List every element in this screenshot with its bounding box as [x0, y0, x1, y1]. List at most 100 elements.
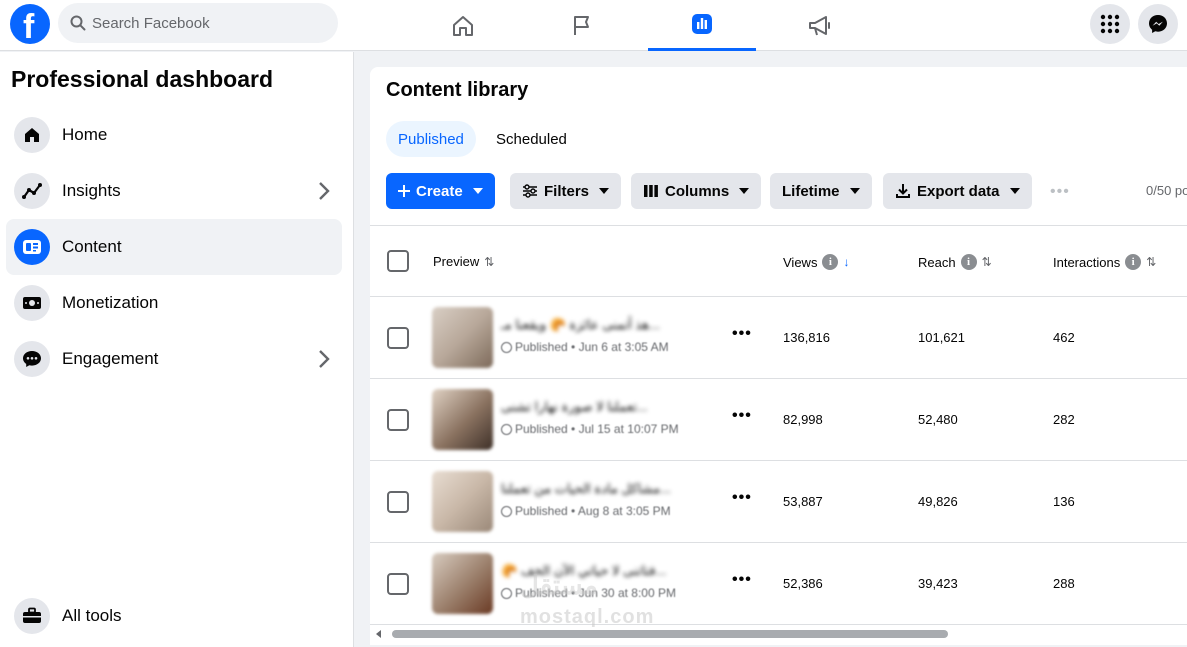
- menu-grid-button[interactable]: [1090, 4, 1130, 44]
- sidebar-item-engagement[interactable]: Engagement: [6, 331, 342, 387]
- facebook-logo-icon[interactable]: f: [10, 4, 50, 46]
- table-row[interactable]: مشاكل مادة الحيات من تعملنا... Published…: [370, 461, 1187, 543]
- home-icon: [453, 15, 473, 36]
- sidebar-item-content[interactable]: Content: [6, 219, 342, 275]
- post-thumbnail[interactable]: [432, 307, 493, 368]
- sidebar-item-insights[interactable]: Insights: [6, 163, 342, 219]
- sidebar-item-monetization[interactable]: Monetization: [6, 275, 342, 331]
- info-icon[interactable]: i: [1125, 254, 1142, 270]
- sidebar-item-label: Engagement: [62, 349, 159, 368]
- row-more-icon[interactable]: •••: [732, 325, 752, 343]
- filter-sliders-icon: [523, 184, 537, 198]
- table-row[interactable]: هذ أتمنى عائزة 🥐 ويقعنا مـ... Published …: [370, 297, 1187, 379]
- sort-descending-icon: ↓: [843, 255, 850, 269]
- table-row[interactable]: 🥐 فتاتنى لا حياتي الآن الخف... Published…: [370, 543, 1187, 625]
- post-thumbnail[interactable]: [432, 553, 493, 614]
- scroll-left-icon[interactable]: [376, 630, 381, 638]
- nav-tab-ads[interactable]: [766, 0, 874, 51]
- page-title: Content library: [386, 79, 529, 101]
- post-meta: Published • Jul 15 at 10:07 PM: [501, 422, 679, 436]
- horizontal-scrollbar[interactable]: [376, 627, 1187, 641]
- sort-icon: ⇅: [484, 254, 495, 269]
- nav-tab-pages[interactable]: [528, 0, 636, 51]
- sidebar-item-label: All tools: [62, 606, 122, 625]
- post-thumbnail[interactable]: [432, 471, 493, 532]
- export-data-button[interactable]: Export data: [883, 173, 1032, 209]
- post-title[interactable]: مشاكل مادة الحيات من تعملنا...: [501, 481, 671, 497]
- columns-button-label: Columns: [665, 182, 730, 200]
- interactions-cell: 462: [1053, 330, 1075, 345]
- lifetime-button-label: Lifetime: [782, 182, 840, 200]
- messenger-button[interactable]: [1138, 4, 1178, 44]
- chevron-right-icon: [319, 350, 330, 368]
- menu-grid-icon: [1100, 14, 1120, 34]
- watermark: mostaql.com: [520, 606, 655, 628]
- row-checkbox[interactable]: [387, 573, 409, 595]
- flag-icon: [574, 15, 589, 35]
- filters-button-label: Filters: [544, 182, 590, 200]
- post-meta: Published • Jun 6 at 3:05 AM: [501, 340, 669, 354]
- sidebar-item-all-tools[interactable]: All tools: [6, 588, 342, 644]
- post-title[interactable]: تعملنا لا صورة نهارا تشنى...: [501, 399, 648, 415]
- content-library-card: Content library Published Scheduled Crea…: [370, 67, 1187, 645]
- caret-down-icon: [739, 188, 750, 194]
- views-cell: 53,887: [783, 494, 823, 509]
- toolbox-icon: [14, 598, 50, 634]
- more-options-icon[interactable]: •••: [1050, 183, 1070, 201]
- views-cell: 52,386: [783, 576, 823, 591]
- export-data-button-label: Export data: [917, 182, 1000, 200]
- row-checkbox[interactable]: [387, 491, 409, 513]
- select-all-checkbox[interactable]: [387, 250, 409, 272]
- info-icon[interactable]: i: [822, 254, 839, 270]
- search-input[interactable]: [92, 3, 322, 43]
- scrollbar-thumb[interactable]: [392, 630, 948, 638]
- tab-published[interactable]: Published: [386, 121, 476, 157]
- nav-tab-home[interactable]: [409, 0, 517, 51]
- interactions-cell: 288: [1053, 576, 1075, 591]
- create-button-label: Create: [416, 182, 463, 200]
- tab-scheduled[interactable]: Scheduled: [484, 121, 579, 157]
- globe-icon: [501, 505, 512, 517]
- reach-cell: 52,480: [918, 412, 958, 427]
- post-title[interactable]: هذ أتمنى عائزة 🥐 ويقعنا مـ...: [501, 317, 660, 333]
- caret-down-icon: [472, 188, 483, 194]
- globe-icon: [501, 341, 512, 353]
- sidebar-item-label: Home: [62, 125, 108, 144]
- download-icon: [896, 184, 910, 198]
- top-navigation-bar: f: [0, 0, 1187, 51]
- column-header-views[interactable]: Views i ↓: [783, 254, 849, 270]
- table-row[interactable]: تعملنا لا صورة نهارا تشنى... Published •…: [370, 379, 1187, 461]
- reach-cell: 101,621: [918, 330, 965, 345]
- caret-down-icon: [599, 188, 610, 194]
- sort-icon: ⇅: [1146, 255, 1157, 269]
- sort-icon: ⇅: [981, 255, 992, 269]
- column-header-preview[interactable]: Preview ⇅: [433, 254, 494, 269]
- money-icon: [14, 285, 50, 321]
- selected-count: 0/50 po: [1146, 183, 1187, 198]
- post-thumbnail[interactable]: [432, 389, 493, 450]
- interactions-cell: 136: [1053, 494, 1075, 509]
- row-more-icon[interactable]: •••: [732, 489, 752, 507]
- info-icon[interactable]: i: [960, 254, 977, 270]
- filters-button[interactable]: Filters: [510, 173, 622, 209]
- nav-tab-dashboard[interactable]: [648, 0, 756, 51]
- search-box[interactable]: [58, 3, 338, 43]
- sidebar-item-home[interactable]: Home: [6, 107, 342, 163]
- row-checkbox[interactable]: [387, 327, 409, 349]
- dashboard-chart-icon: [692, 14, 712, 34]
- columns-icon: [644, 185, 658, 197]
- columns-button[interactable]: Columns: [631, 173, 762, 209]
- sidebar-item-label: Content: [62, 237, 122, 256]
- globe-icon: [501, 587, 512, 599]
- create-button[interactable]: Create: [386, 173, 495, 209]
- column-header-interactions[interactable]: Interactions i ⇅: [1053, 254, 1156, 270]
- chat-icon: [14, 341, 50, 377]
- column-header-reach[interactable]: Reach i ⇅: [918, 254, 992, 270]
- row-more-icon[interactable]: •••: [732, 407, 752, 425]
- reach-cell: 49,826: [918, 494, 958, 509]
- row-checkbox[interactable]: [387, 409, 409, 431]
- lifetime-button[interactable]: Lifetime: [770, 173, 872, 209]
- content-icon: [14, 229, 50, 265]
- row-more-icon[interactable]: •••: [732, 571, 752, 589]
- watermark-arabic: مستقل: [520, 570, 598, 600]
